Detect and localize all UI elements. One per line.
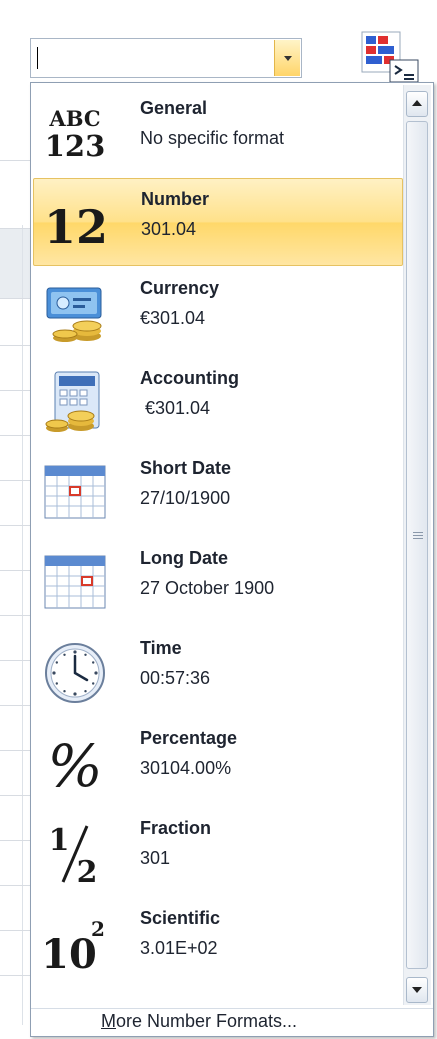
- format-preview: 00:57:36: [140, 668, 211, 688]
- format-item-general[interactable]: ABC 123 General No specific format: [33, 88, 403, 176]
- more-number-formats-label: ore Number Formats...: [116, 1011, 298, 1031]
- worksheet-gridline: [0, 345, 30, 346]
- format-preview: 301.04: [141, 219, 197, 239]
- worksheet-gridline: [0, 750, 30, 751]
- worksheet-gridline: [0, 840, 30, 841]
- conditional-formatting-icon[interactable]: [360, 30, 422, 86]
- format-title: Short Date: [140, 458, 232, 478]
- format-preview: 3.01E+02: [140, 938, 218, 958]
- 12-glyph: 12: [44, 200, 108, 254]
- fraction-denominator: 2: [77, 855, 98, 884]
- exponent-glyph: 2: [91, 917, 105, 941]
- scroll-up-button[interactable]: [406, 91, 428, 117]
- format-preview: 27/10/1900: [140, 488, 231, 508]
- format-title: Percentage: [140, 728, 238, 748]
- format-item-fraction[interactable]: 1 2 Fraction 301: [33, 808, 403, 896]
- worksheet-gridline: [0, 435, 30, 436]
- format-title: Long Date: [140, 548, 228, 568]
- format-preview: 27 October 1900: [140, 578, 275, 598]
- fraction-numerator: 1: [49, 823, 70, 858]
- mnemonic-letter: M: [101, 1011, 116, 1031]
- format-item-number[interactable]: 12 Number 301.04: [33, 178, 403, 266]
- format-preview: €301.04: [140, 398, 211, 418]
- worksheet-gridline: [0, 660, 30, 661]
- abc-123-icon: ABC 123: [45, 106, 106, 163]
- worksheet-edge: [0, 0, 30, 1039]
- ten-glyph: 10: [43, 931, 97, 974]
- format-item-accounting[interactable]: Accounting €301.04: [33, 358, 403, 446]
- format-preview: €301.04: [140, 308, 206, 328]
- worksheet-gridline: [0, 570, 30, 571]
- thumb-grip-icon: [413, 532, 423, 540]
- format-item-scientific[interactable]: 10 2 Scientific 3.01E+02: [33, 898, 403, 986]
- format-title: Fraction: [140, 818, 212, 838]
- percent-icon: %: [47, 732, 102, 794]
- scientific-icon: 10 2: [43, 917, 105, 974]
- worksheet-gridline: [0, 705, 30, 706]
- combo-dropdown-button[interactable]: [274, 40, 300, 76]
- long-date-calendar-icon: [44, 555, 106, 609]
- clock-icon: [45, 643, 105, 703]
- worksheet-gridline: [0, 480, 30, 481]
- format-preview: No specific format: [140, 128, 285, 148]
- worksheet-gridline: [0, 298, 30, 299]
- short-date-calendar-icon: [44, 465, 106, 519]
- format-item-currency[interactable]: Currency €301.04: [33, 268, 403, 356]
- worksheet-gridline: [0, 615, 30, 616]
- accounting-icon: [45, 371, 100, 432]
- worksheet-gridline: [0, 228, 30, 229]
- fraction-icon: 1 2: [49, 823, 98, 884]
- worksheet-gridline: [0, 975, 30, 976]
- number-12-icon: 12: [44, 200, 108, 254]
- format-title: Time: [140, 638, 182, 658]
- worksheet-gridline: [0, 160, 30, 161]
- format-item-percentage[interactable]: % Percentage 30104.00%: [33, 718, 403, 806]
- number-format-dropdown: ABC 123 General No specific format 12 Nu…: [30, 82, 434, 1037]
- worksheet-gridline: [0, 930, 30, 931]
- worksheet-gridline: [0, 525, 30, 526]
- format-title: General: [140, 98, 208, 118]
- format-item-long-date[interactable]: Long Date 27 October 1900: [33, 538, 403, 626]
- format-item-time[interactable]: Time 00:57:36: [33, 628, 403, 716]
- worksheet-shade: [0, 228, 30, 298]
- 123-glyph: 123: [45, 129, 106, 163]
- format-preview: 301: [140, 848, 171, 868]
- text-caret: [37, 47, 38, 69]
- worksheet-gridline: [0, 390, 30, 391]
- scroll-thumb[interactable]: [406, 121, 428, 969]
- format-title: Number: [141, 189, 210, 209]
- currency-icon: [46, 287, 102, 342]
- format-title: Accounting: [140, 368, 239, 388]
- percent-glyph: %: [47, 732, 102, 794]
- format-preview: 30104.00%: [140, 758, 232, 778]
- vertical-scrollbar[interactable]: [403, 85, 431, 1005]
- number-format-combo[interactable]: [30, 38, 302, 78]
- more-number-formats-link[interactable]: More Number Formats...: [101, 1011, 297, 1032]
- format-item-short-date[interactable]: Short Date 27/10/1900: [33, 448, 403, 536]
- more-number-formats-item[interactable]: More Number Formats...: [31, 1009, 433, 1036]
- format-title: Scientific: [140, 908, 221, 928]
- abc-glyph: ABC: [48, 106, 100, 131]
- scroll-down-button[interactable]: [406, 977, 428, 1003]
- format-title: Currency: [140, 278, 220, 298]
- worksheet-gridline: [0, 885, 30, 886]
- worksheet-gridline: [0, 795, 30, 796]
